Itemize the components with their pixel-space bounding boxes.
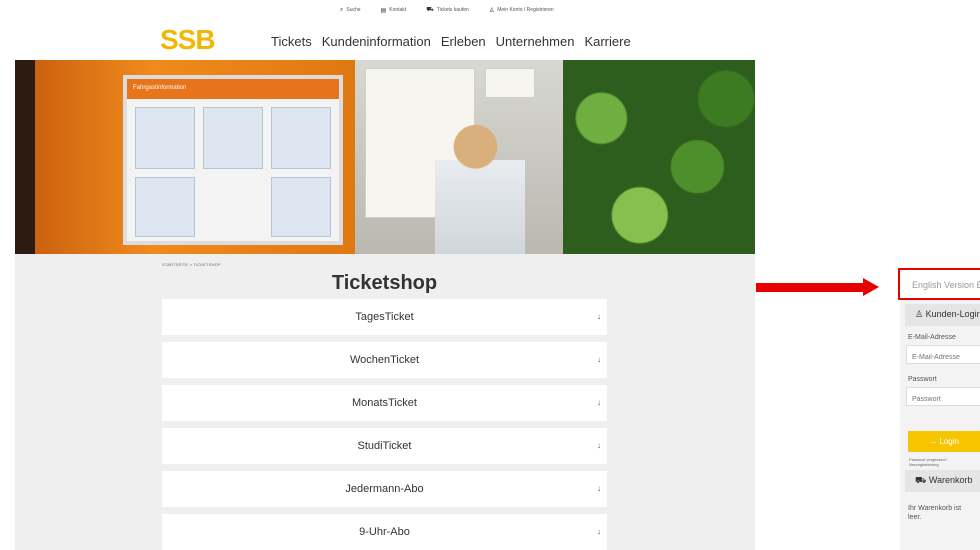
- arrow-down-icon: ↓: [597, 312, 601, 321]
- ticket-item-9-uhr-abo[interactable]: 9-Uhr-Abo ↓: [162, 514, 607, 550]
- register-link[interactable]: Neuregistrierung: [909, 462, 947, 467]
- ticket-label: StudiTicket: [357, 440, 412, 452]
- greenery: [563, 60, 755, 254]
- hero-image: Fahrgastinformation: [15, 60, 755, 254]
- ticket-label: WochenTicket: [349, 354, 420, 366]
- cart-icon: ⛟: [915, 475, 927, 485]
- top-utility-links: ⌕ Suche ▤ Kontakt ⛟ Tickets kaufen ♙ Mei…: [340, 6, 554, 14]
- cart-empty-text: Ihr Warenkorb ist leer.: [908, 505, 962, 521]
- arrow-down-icon: ↓: [597, 527, 601, 536]
- contact-icon: ▤: [380, 7, 387, 14]
- top-link-buy-tickets[interactable]: ⛟ Tickets kaufen: [426, 6, 469, 14]
- cart-icon: ⛟: [426, 7, 434, 13]
- info-board: Fahrgastinformation: [123, 75, 343, 245]
- email-label: E-Mail-Adresse: [908, 334, 956, 341]
- arrow-down-icon: ↓: [597, 355, 601, 364]
- cart-title: Warenkorb: [928, 475, 973, 485]
- nav-item-kundeninformation[interactable]: Kundeninformation: [322, 34, 431, 49]
- red-pointer-arrow: [756, 278, 886, 296]
- nav-item-unternehmen[interactable]: Unternehmen: [496, 34, 575, 49]
- top-link-contact[interactable]: ▤ Kontakt: [381, 6, 407, 14]
- woman-at-machine: [435, 120, 525, 254]
- nav-item-erleben[interactable]: Erleben: [441, 34, 486, 49]
- ticket-item-jedermann-abo[interactable]: Jedermann-Abo ↓: [162, 471, 607, 507]
- info-board-header: Fahrgastinformation: [127, 79, 339, 99]
- board-poster: [135, 177, 195, 237]
- password-label: Passwort: [908, 376, 937, 383]
- account-links: Passwort vergessen? Neuregistrierung: [909, 457, 947, 467]
- arrow-down-icon: ↓: [597, 441, 601, 450]
- red-arrow-shaft: [756, 283, 864, 292]
- page-title: Ticketshop: [331, 272, 438, 294]
- ticket-label: Jedermann-Abo: [345, 483, 424, 495]
- main-navigation: Tickets Kundeninformation Erleben Untern…: [271, 34, 631, 49]
- ticket-item-studiticket[interactable]: StudiTicket ↓: [162, 428, 607, 464]
- ticket-item-monatsticket[interactable]: MonatsTicket ↓: [162, 385, 607, 421]
- login-button[interactable]: → Login: [908, 431, 980, 452]
- top-link-search[interactable]: ⌕ Suche: [340, 6, 361, 14]
- arrow-down-icon: ↓: [597, 398, 601, 407]
- nav-item-tickets[interactable]: Tickets: [271, 34, 312, 49]
- ssb-logo[interactable]: SSB: [160, 24, 216, 56]
- top-link-label: Kontakt: [389, 7, 407, 13]
- ticket-label: TagesTicket: [355, 311, 414, 323]
- dark-edge: [15, 60, 35, 254]
- top-link-label: Tickets kaufen: [436, 7, 469, 13]
- top-link-label: Suche: [346, 7, 361, 13]
- login-panel-header: ♙ Kunden-Login: [905, 304, 980, 326]
- ticket-label: 9-Uhr-Abo: [359, 526, 410, 538]
- breadcrumb[interactable]: STARTSEITE » TICKETSHOP: [162, 262, 221, 267]
- ticket-label: MonatsTicket: [351, 397, 417, 409]
- search-icon: ⌕: [340, 6, 344, 13]
- user-icon: ♙: [915, 309, 924, 319]
- login-title: Kunden-Login: [925, 309, 980, 319]
- email-input[interactable]: [906, 345, 980, 364]
- ticket-item-wochenticket[interactable]: WochenTicket ↓: [162, 342, 607, 378]
- top-link-label: Mein Konto / Registrieren: [497, 7, 554, 13]
- password-input[interactable]: [906, 387, 980, 406]
- ticket-list: TagesTicket ↓ WochenTicket ↓ MonatsTicke…: [162, 299, 607, 550]
- ticket-item-tagesticket[interactable]: TagesTicket ↓: [162, 299, 607, 335]
- arrow-down-icon: ↓: [597, 484, 601, 493]
- top-link-account[interactable]: ♙ Mein Konto / Registrieren: [489, 6, 554, 14]
- nav-item-karriere[interactable]: Karriere: [584, 34, 630, 49]
- user-icon: ♙: [488, 7, 495, 14]
- board-poster: [271, 177, 331, 237]
- machine-poster: [485, 68, 535, 98]
- board-poster: [271, 107, 331, 169]
- red-arrow-head: [863, 278, 879, 296]
- board-poster: [135, 107, 195, 169]
- english-version-link[interactable]: English Version E: [898, 268, 980, 300]
- board-poster: [203, 107, 263, 169]
- cart-panel-header: ⛟ Warenkorb: [905, 470, 980, 492]
